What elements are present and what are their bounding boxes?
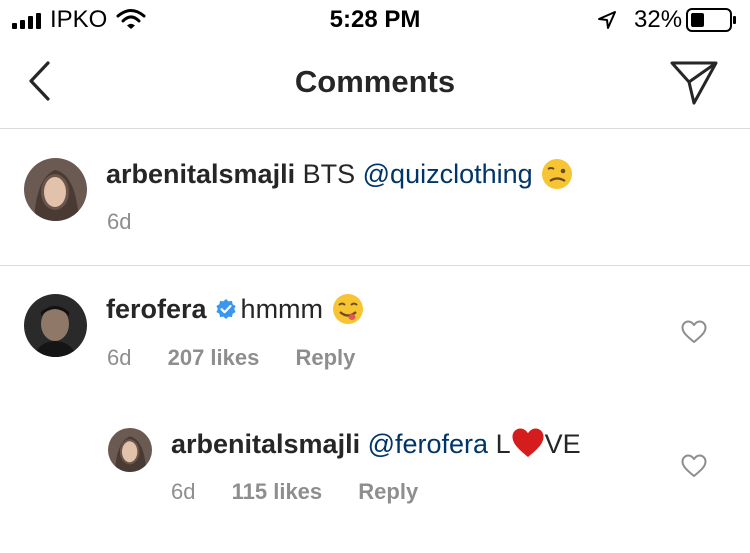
direct-send-icon[interactable] bbox=[668, 58, 720, 106]
woozy-face-emoji-icon bbox=[542, 159, 573, 189]
verified-badge-icon bbox=[215, 299, 236, 319]
reply-body-end: VE bbox=[544, 429, 581, 459]
red-heart-emoji-icon bbox=[512, 428, 544, 457]
comment-body: hmmm bbox=[240, 294, 324, 324]
battery-percentage: 32% bbox=[634, 6, 683, 33]
avatar[interactable] bbox=[108, 428, 152, 472]
avatar-image bbox=[24, 158, 87, 221]
reply-button[interactable]: Reply bbox=[295, 345, 355, 370]
caption-body: BTS bbox=[302, 159, 356, 189]
heart-outline-icon[interactable] bbox=[681, 320, 707, 344]
comment-meta: 6d 207 likes Reply bbox=[107, 345, 355, 371]
header-divider bbox=[0, 128, 750, 129]
battery-icon bbox=[686, 8, 736, 32]
comment-text: ferofera hmmm bbox=[106, 292, 365, 326]
caption-username[interactable]: arbenitalsmajli bbox=[106, 159, 295, 189]
reply-button[interactable]: Reply bbox=[358, 479, 418, 504]
reply-body-start: L bbox=[495, 429, 511, 459]
caption-time: 6d bbox=[107, 209, 132, 234]
avatar-image bbox=[24, 294, 87, 357]
reply-text: arbenitalsmajli @ferofera L VE bbox=[171, 427, 581, 460]
caption-text: arbenitalsmajli BTS @quizclothing bbox=[106, 157, 574, 191]
avatar[interactable] bbox=[24, 294, 87, 357]
status-bar: IPKO 5:28 PM 32% bbox=[0, 0, 750, 40]
caption-divider bbox=[0, 265, 750, 266]
heart-outline-icon[interactable] bbox=[681, 454, 707, 478]
reply-meta: 6d 115 likes Reply bbox=[171, 479, 418, 505]
caption-mention[interactable]: @quizclothing bbox=[363, 159, 533, 189]
reply-likes[interactable]: 115 likes bbox=[232, 479, 323, 504]
comment-username[interactable]: ferofera bbox=[106, 294, 207, 324]
avatar-image bbox=[108, 428, 152, 472]
comment-time: 6d bbox=[107, 345, 132, 370]
page-title: Comments bbox=[294, 64, 456, 99]
avatar[interactable] bbox=[24, 158, 87, 221]
reply-time: 6d bbox=[171, 479, 196, 504]
reply-mention[interactable]: @ferofera bbox=[368, 429, 488, 459]
location-arrow-icon bbox=[598, 11, 616, 29]
reply-username[interactable]: arbenitalsmajli bbox=[171, 429, 360, 459]
comment-likes[interactable]: 207 likes bbox=[168, 345, 260, 370]
yum-face-emoji-icon bbox=[332, 294, 363, 324]
